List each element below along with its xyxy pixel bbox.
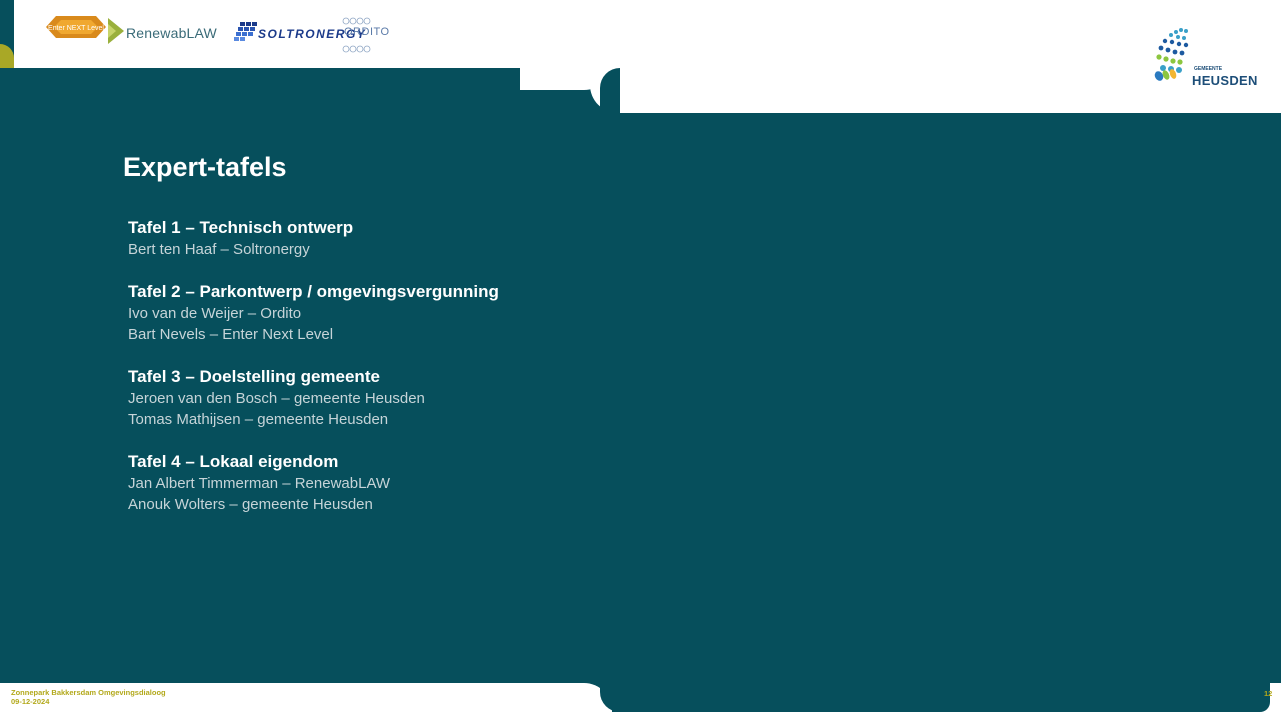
footer-date: 09-12-2024	[11, 697, 50, 706]
footer-right-teal	[600, 683, 1270, 712]
slide-title: Expert-tafels	[123, 152, 287, 182]
soltronergy-logo	[234, 22, 257, 41]
table-heading: Tafel 2 – Parkontwerp / omgevingsvergunn…	[128, 282, 499, 301]
table-heading: Tafel 3 – Doelstelling gemeente	[128, 367, 380, 386]
table-block-4: Tafel 4 – Lokaal eigendom Jan Albert Tim…	[128, 451, 688, 515]
ordito-logo-text: ORDITO	[344, 26, 390, 38]
table-heading: Tafel 4 – Lokaal eigendom	[128, 452, 339, 471]
table-person: Jeroen van den Bosch – gemeente Heusden	[128, 390, 425, 407]
table-person: Ivo van de Weijer – Ordito	[128, 305, 302, 322]
table-person: Jan Albert Timmerman – RenewabLAW	[128, 475, 391, 492]
expert-tables-list: Tafel 1 – Technisch ontwerp Bert ten Haa…	[128, 217, 688, 536]
enter-next-level-logo: Enter NEXT Level	[46, 16, 106, 38]
heusden-logo-small-text: GEMEENTE	[1194, 66, 1223, 72]
footer-info: Zonnepark Bakkersdam Omgevingsdialoog 09…	[11, 688, 166, 706]
heusden-logo	[1154, 28, 1189, 81]
renewablaw-logo	[108, 18, 124, 44]
table-person: Bert ten Haaf – Soltronergy	[128, 241, 310, 258]
table-block-3: Tafel 3 – Doelstelling gemeente Jeroen v…	[128, 366, 688, 430]
table-block-1: Tafel 1 – Technisch ontwerp Bert ten Haa…	[128, 217, 688, 260]
table-block-2: Tafel 2 – Parkontwerp / omgevingsvergunn…	[128, 281, 688, 345]
table-heading: Tafel 1 – Technisch ontwerp	[128, 218, 354, 237]
heusden-logo-text: HEUSDEN	[1192, 73, 1258, 88]
footer-white-strip	[0, 712, 1281, 720]
table-person: Bart Nevels – Enter Next Level	[128, 326, 334, 343]
partner-logos: Enter NEXT Level RenewabLAW SOLTRONERGY …	[0, 0, 600, 68]
left-edge-teal	[0, 68, 8, 683]
renewablaw-logo-text: RenewabLAW	[126, 25, 217, 41]
table-person: Anouk Wolters – gemeente Heusden	[128, 496, 373, 513]
table-person: Tomas Mathijsen – gemeente Heusden	[128, 411, 389, 428]
svg-text:Enter NEXT Level: Enter NEXT Level	[48, 25, 104, 32]
page-number: 12	[1264, 689, 1273, 698]
footer-event-name: Zonnepark Bakkersdam Omgevingsdialoog	[11, 688, 166, 697]
